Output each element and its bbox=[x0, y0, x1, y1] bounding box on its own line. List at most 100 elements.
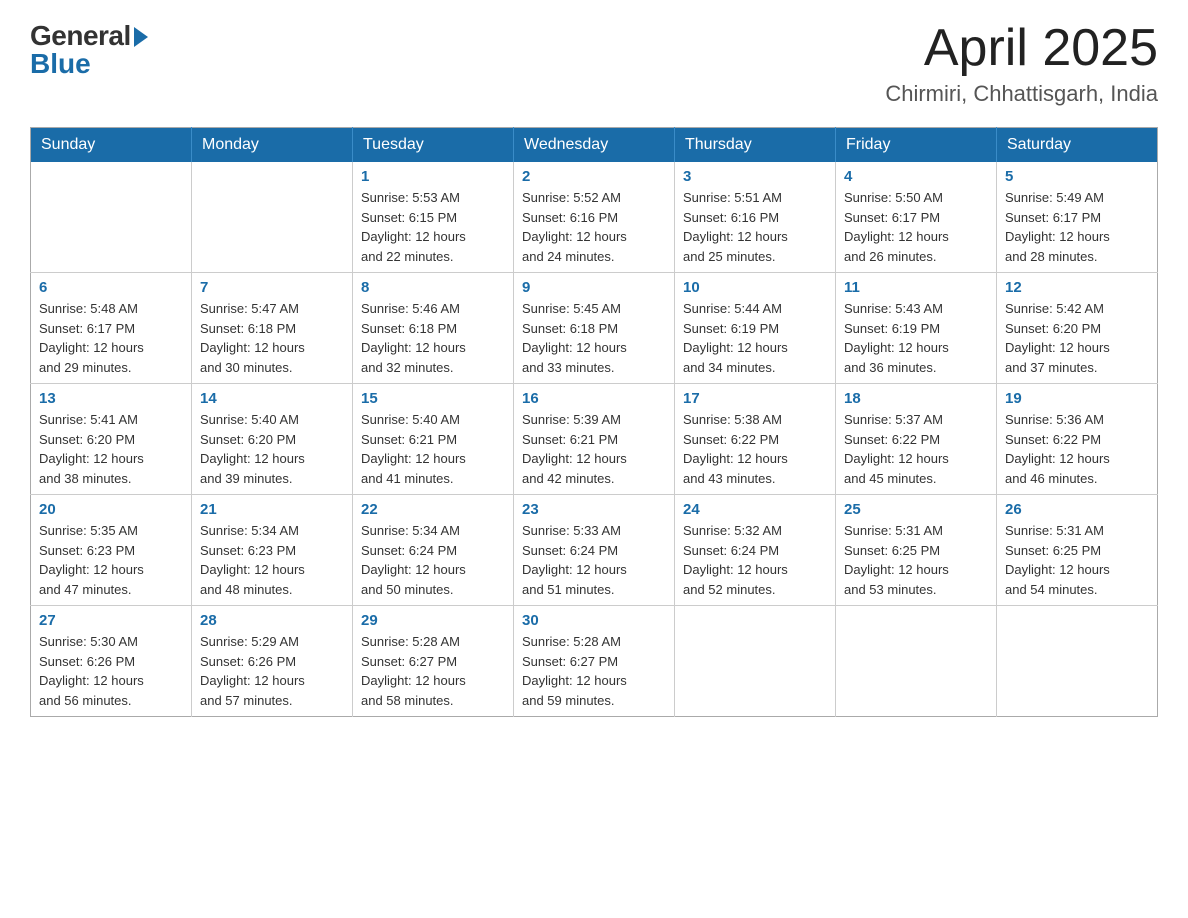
day-info: Sunrise: 5:53 AM Sunset: 6:15 PM Dayligh… bbox=[361, 188, 505, 266]
day-info: Sunrise: 5:51 AM Sunset: 6:16 PM Dayligh… bbox=[683, 188, 827, 266]
calendar-cell: 4 Sunrise: 5:50 AM Sunset: 6:17 PM Daylig… bbox=[836, 162, 997, 273]
calendar-cell: 21 Sunrise: 5:34 AM Sunset: 6:23 PM Dayli… bbox=[192, 495, 353, 606]
day-number: 17 bbox=[683, 390, 827, 407]
calendar-cell bbox=[31, 162, 192, 273]
day-info: Sunrise: 5:35 AM Sunset: 6:23 PM Dayligh… bbox=[39, 521, 183, 599]
day-info: Sunrise: 5:49 AM Sunset: 6:17 PM Dayligh… bbox=[1005, 188, 1149, 266]
calendar-week-row: 27Sunrise: 5:30 AM Sunset: 6:26 PM Dayli… bbox=[31, 606, 1158, 717]
day-number: 6 bbox=[39, 279, 183, 296]
day-info: Sunrise: 5:28 AM Sunset: 6:27 PM Dayligh… bbox=[361, 632, 505, 710]
day-number: 19 bbox=[1005, 390, 1149, 407]
logo-arrow-icon bbox=[134, 27, 148, 47]
col-sunday: Sunday bbox=[31, 128, 192, 163]
day-number: 23 bbox=[522, 501, 666, 518]
day-number: 25 bbox=[844, 501, 988, 518]
calendar-cell bbox=[675, 606, 836, 717]
calendar-cell: 7 Sunrise: 5:47 AM Sunset: 6:18 PM Daylig… bbox=[192, 273, 353, 384]
day-number: 12 bbox=[1005, 279, 1149, 296]
calendar-cell: 27Sunrise: 5:30 AM Sunset: 6:26 PM Dayli… bbox=[31, 606, 192, 717]
calendar-cell: 28 Sunrise: 5:29 AM Sunset: 6:26 PM Dayli… bbox=[192, 606, 353, 717]
calendar-cell: 20 Sunrise: 5:35 AM Sunset: 6:23 PM Dayli… bbox=[31, 495, 192, 606]
day-info: Sunrise: 5:48 AM Sunset: 6:17 PM Dayligh… bbox=[39, 299, 183, 377]
calendar-cell: 11 Sunrise: 5:43 AM Sunset: 6:19 PM Dayli… bbox=[836, 273, 997, 384]
day-info: Sunrise: 5:44 AM Sunset: 6:19 PM Dayligh… bbox=[683, 299, 827, 377]
day-number: 22 bbox=[361, 501, 505, 518]
calendar-cell: 8 Sunrise: 5:46 AM Sunset: 6:18 PM Daylig… bbox=[353, 273, 514, 384]
day-number: 10 bbox=[683, 279, 827, 296]
calendar-cell: 6 Sunrise: 5:48 AM Sunset: 6:17 PM Daylig… bbox=[31, 273, 192, 384]
calendar-cell: 22 Sunrise: 5:34 AM Sunset: 6:24 PM Dayli… bbox=[353, 495, 514, 606]
calendar-cell: 17 Sunrise: 5:38 AM Sunset: 6:22 PM Dayli… bbox=[675, 384, 836, 495]
day-info: Sunrise: 5:36 AM Sunset: 6:22 PM Dayligh… bbox=[1005, 410, 1149, 488]
col-wednesday: Wednesday bbox=[514, 128, 675, 163]
day-number: 18 bbox=[844, 390, 988, 407]
day-number: 8 bbox=[361, 279, 505, 296]
day-info: Sunrise: 5:34 AM Sunset: 6:23 PM Dayligh… bbox=[200, 521, 344, 599]
calendar-cell: 16 Sunrise: 5:39 AM Sunset: 6:21 PM Dayli… bbox=[514, 384, 675, 495]
day-info: Sunrise: 5:42 AM Sunset: 6:20 PM Dayligh… bbox=[1005, 299, 1149, 377]
location-title: Chirmiri, Chhattisgarh, India bbox=[885, 81, 1158, 107]
day-info: Sunrise: 5:47 AM Sunset: 6:18 PM Dayligh… bbox=[200, 299, 344, 377]
day-info: Sunrise: 5:31 AM Sunset: 6:25 PM Dayligh… bbox=[844, 521, 988, 599]
calendar-header-row: Sunday Monday Tuesday Wednesday Thursday… bbox=[31, 128, 1158, 163]
day-info: Sunrise: 5:38 AM Sunset: 6:22 PM Dayligh… bbox=[683, 410, 827, 488]
day-number: 5 bbox=[1005, 168, 1149, 185]
day-number: 26 bbox=[1005, 501, 1149, 518]
calendar-cell: 13Sunrise: 5:41 AM Sunset: 6:20 PM Dayli… bbox=[31, 384, 192, 495]
day-info: Sunrise: 5:34 AM Sunset: 6:24 PM Dayligh… bbox=[361, 521, 505, 599]
day-number: 4 bbox=[844, 168, 988, 185]
calendar-cell bbox=[192, 162, 353, 273]
calendar-cell: 23 Sunrise: 5:33 AM Sunset: 6:24 PM Dayli… bbox=[514, 495, 675, 606]
calendar-cell: 29 Sunrise: 5:28 AM Sunset: 6:27 PM Dayli… bbox=[353, 606, 514, 717]
day-number: 24 bbox=[683, 501, 827, 518]
day-info: Sunrise: 5:46 AM Sunset: 6:18 PM Dayligh… bbox=[361, 299, 505, 377]
calendar-week-row: 13Sunrise: 5:41 AM Sunset: 6:20 PM Dayli… bbox=[31, 384, 1158, 495]
col-tuesday: Tuesday bbox=[353, 128, 514, 163]
day-info: Sunrise: 5:39 AM Sunset: 6:21 PM Dayligh… bbox=[522, 410, 666, 488]
calendar-cell: 18 Sunrise: 5:37 AM Sunset: 6:22 PM Dayli… bbox=[836, 384, 997, 495]
day-number: 21 bbox=[200, 501, 344, 518]
calendar-cell: 5 Sunrise: 5:49 AM Sunset: 6:17 PM Daylig… bbox=[997, 162, 1158, 273]
day-number: 29 bbox=[361, 612, 505, 629]
day-info: Sunrise: 5:52 AM Sunset: 6:16 PM Dayligh… bbox=[522, 188, 666, 266]
day-number: 20 bbox=[39, 501, 183, 518]
day-info: Sunrise: 5:43 AM Sunset: 6:19 PM Dayligh… bbox=[844, 299, 988, 377]
calendar-cell: 15Sunrise: 5:40 AM Sunset: 6:21 PM Dayli… bbox=[353, 384, 514, 495]
day-number: 28 bbox=[200, 612, 344, 629]
day-number: 9 bbox=[522, 279, 666, 296]
day-info: Sunrise: 5:29 AM Sunset: 6:26 PM Dayligh… bbox=[200, 632, 344, 710]
calendar-cell: 30 Sunrise: 5:28 AM Sunset: 6:27 PM Dayli… bbox=[514, 606, 675, 717]
title-area: April 2025 Chirmiri, Chhattisgarh, India bbox=[885, 20, 1158, 107]
calendar-cell: 10 Sunrise: 5:44 AM Sunset: 6:19 PM Dayli… bbox=[675, 273, 836, 384]
calendar-week-row: 6 Sunrise: 5:48 AM Sunset: 6:17 PM Daylig… bbox=[31, 273, 1158, 384]
col-monday: Monday bbox=[192, 128, 353, 163]
day-number: 3 bbox=[683, 168, 827, 185]
day-info: Sunrise: 5:45 AM Sunset: 6:18 PM Dayligh… bbox=[522, 299, 666, 377]
calendar-week-row: 1Sunrise: 5:53 AM Sunset: 6:15 PM Daylig… bbox=[31, 162, 1158, 273]
day-info: Sunrise: 5:33 AM Sunset: 6:24 PM Dayligh… bbox=[522, 521, 666, 599]
month-title: April 2025 bbox=[885, 20, 1158, 77]
calendar-cell: 3 Sunrise: 5:51 AM Sunset: 6:16 PM Daylig… bbox=[675, 162, 836, 273]
day-number: 14 bbox=[200, 390, 344, 407]
calendar-week-row: 20 Sunrise: 5:35 AM Sunset: 6:23 PM Dayli… bbox=[31, 495, 1158, 606]
calendar-cell: 26Sunrise: 5:31 AM Sunset: 6:25 PM Dayli… bbox=[997, 495, 1158, 606]
calendar-cell bbox=[836, 606, 997, 717]
logo: General Blue bbox=[30, 20, 148, 80]
calendar-cell: 12 Sunrise: 5:42 AM Sunset: 6:20 PM Dayli… bbox=[997, 273, 1158, 384]
calendar-cell bbox=[997, 606, 1158, 717]
day-info: Sunrise: 5:50 AM Sunset: 6:17 PM Dayligh… bbox=[844, 188, 988, 266]
day-number: 30 bbox=[522, 612, 666, 629]
col-thursday: Thursday bbox=[675, 128, 836, 163]
day-number: 2 bbox=[522, 168, 666, 185]
calendar-cell: 9 Sunrise: 5:45 AM Sunset: 6:18 PM Daylig… bbox=[514, 273, 675, 384]
day-info: Sunrise: 5:37 AM Sunset: 6:22 PM Dayligh… bbox=[844, 410, 988, 488]
day-info: Sunrise: 5:30 AM Sunset: 6:26 PM Dayligh… bbox=[39, 632, 183, 710]
day-info: Sunrise: 5:40 AM Sunset: 6:20 PM Dayligh… bbox=[200, 410, 344, 488]
day-number: 15 bbox=[361, 390, 505, 407]
day-number: 16 bbox=[522, 390, 666, 407]
day-info: Sunrise: 5:28 AM Sunset: 6:27 PM Dayligh… bbox=[522, 632, 666, 710]
calendar-cell: 19 Sunrise: 5:36 AM Sunset: 6:22 PM Dayli… bbox=[997, 384, 1158, 495]
day-number: 7 bbox=[200, 279, 344, 296]
calendar-cell: 14 Sunrise: 5:40 AM Sunset: 6:20 PM Dayli… bbox=[192, 384, 353, 495]
day-number: 11 bbox=[844, 279, 988, 296]
